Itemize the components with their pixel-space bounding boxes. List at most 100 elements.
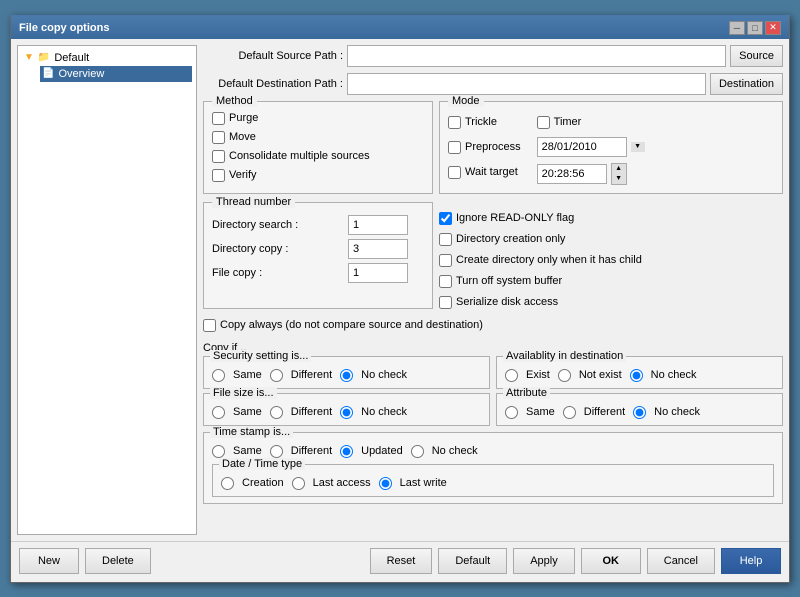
datetime-type-title: Date / Time type: [219, 458, 305, 470]
tree-item-default[interactable]: ▼ 📁 Default: [22, 50, 192, 66]
close-button[interactable]: ✕: [765, 21, 781, 35]
time-input[interactable]: [537, 164, 607, 184]
dir-copy-label: Directory copy :: [212, 243, 342, 255]
avail-nocheck-label: No check: [651, 369, 697, 381]
security-same-radio[interactable]: [212, 369, 225, 382]
dest-button[interactable]: Destination: [710, 73, 783, 95]
ts-updated-radio[interactable]: [340, 445, 353, 458]
attr-nocheck-label: No check: [654, 406, 700, 418]
turn-off-buffer-checkbox[interactable]: [439, 275, 452, 288]
wait-target-checkbox[interactable]: [448, 166, 461, 179]
copy-conditions-row2: File size is... Same Different No check …: [203, 393, 783, 426]
ts-nocheck-radio[interactable]: [411, 445, 424, 458]
attr-same-radio[interactable]: [505, 406, 518, 419]
date-input[interactable]: [537, 137, 627, 157]
filesize-options: Same Different No check: [212, 406, 481, 419]
ts-same-radio[interactable]: [212, 445, 225, 458]
avail-notexist-radio[interactable]: [558, 369, 571, 382]
title-buttons: ─ □ ✕: [729, 21, 781, 35]
dest-path-label: Default Destination Path :: [203, 78, 343, 90]
dest-path-input[interactable]: [347, 73, 706, 95]
trickle-checkbox[interactable]: [448, 116, 461, 129]
filesize-same-radio[interactable]: [212, 406, 225, 419]
availability-group: Availablity in destination Exist Not exi…: [496, 356, 783, 389]
timer-checkbox[interactable]: [537, 116, 550, 129]
tree-item-overview[interactable]: 📄 Overview: [40, 66, 192, 82]
ts-different-label: Different: [291, 445, 332, 457]
avail-notexist-label: Not exist: [579, 369, 622, 381]
consolidate-checkbox[interactable]: [212, 150, 225, 163]
ts-nocheck-label: No check: [432, 445, 478, 457]
move-checkbox[interactable]: [212, 131, 225, 144]
attribute-group: Attribute Same Different No check: [496, 393, 783, 426]
ts-different-radio[interactable]: [270, 445, 283, 458]
attr-nocheck-radio[interactable]: [633, 406, 646, 419]
security-nocheck-radio[interactable]: [340, 369, 353, 382]
source-path-input[interactable]: [347, 45, 726, 67]
purge-row: Purge: [212, 112, 424, 125]
verify-checkbox[interactable]: [212, 169, 225, 182]
dest-path-row: Default Destination Path : Destination: [203, 73, 783, 95]
purge-checkbox[interactable]: [212, 112, 225, 125]
serialize-checkbox[interactable]: [439, 296, 452, 309]
apply-button[interactable]: Apply: [513, 548, 575, 574]
attr-different-label: Different: [584, 406, 625, 418]
dt-lastwrite-label: Last write: [400, 477, 447, 489]
ignore-readonly-checkbox[interactable]: [439, 212, 452, 225]
dir-copy-row: Directory copy :: [212, 239, 424, 259]
title-text: File copy options: [19, 22, 109, 34]
dt-creation-radio[interactable]: [221, 477, 234, 490]
dir-search-input[interactable]: [348, 215, 408, 235]
security-title: Security setting is...: [210, 350, 311, 362]
timer-label: Timer: [554, 116, 582, 128]
maximize-button[interactable]: □: [747, 21, 763, 35]
dt-lastwrite-radio[interactable]: [379, 477, 392, 490]
dt-lastaccess-radio[interactable]: [292, 477, 305, 490]
copy-conditions-row1: Security setting is... Same Different No…: [203, 356, 783, 389]
avail-exist-radio[interactable]: [505, 369, 518, 382]
date-dropdown-btn[interactable]: ▼: [631, 142, 645, 152]
create-dir-checkbox[interactable]: [439, 254, 452, 267]
file-copy-input[interactable]: [348, 263, 408, 283]
file-copy-row: File copy :: [212, 263, 424, 283]
preprocess-checkbox[interactable]: [448, 141, 461, 154]
source-button[interactable]: Source: [730, 45, 783, 67]
reset-button[interactable]: Reset: [370, 548, 433, 574]
consolidate-label: Consolidate multiple sources: [229, 150, 370, 162]
avail-nocheck-radio[interactable]: [630, 369, 643, 382]
attr-different-radio[interactable]: [563, 406, 576, 419]
copy-always-label: Copy always (do not compare source and d…: [220, 319, 483, 331]
security-different-radio[interactable]: [270, 369, 283, 382]
copy-always-checkbox[interactable]: [203, 319, 216, 332]
file-copy-label: File copy :: [212, 267, 342, 279]
time-down-btn[interactable]: ▼: [612, 174, 626, 184]
availability-title: Availablity in destination: [503, 350, 626, 362]
filesize-group: File size is... Same Different No check: [203, 393, 490, 426]
datetime-type-options: Creation Last access Last write: [221, 477, 765, 490]
thread-group: Thread number Directory search : Directo…: [203, 202, 433, 309]
dir-copy-input[interactable]: [348, 239, 408, 259]
move-row: Move: [212, 131, 424, 144]
default-button[interactable]: Default: [438, 548, 507, 574]
time-up-btn[interactable]: ▲: [612, 164, 626, 174]
delete-button[interactable]: Delete: [85, 548, 151, 574]
help-button[interactable]: Help: [721, 548, 781, 574]
new-button[interactable]: New: [19, 548, 79, 574]
security-nocheck-label: No check: [361, 369, 407, 381]
thread-flags-row: Thread number Directory search : Directo…: [203, 202, 783, 309]
tree-child-overview: 📄 Overview: [40, 66, 192, 82]
timestamp-options: Same Different Updated No check: [212, 445, 774, 458]
filesize-different-radio[interactable]: [270, 406, 283, 419]
filesize-title: File size is...: [210, 387, 277, 399]
ok-button[interactable]: OK: [581, 548, 641, 574]
folder-expand-icon: ▼: [24, 52, 34, 63]
cancel-button[interactable]: Cancel: [647, 548, 715, 574]
dialog-body: ▼ 📁 Default 📄 Overview Default Source Pa…: [11, 39, 789, 541]
thread-title: Thread number: [212, 196, 295, 208]
filesize-nocheck-radio[interactable]: [340, 406, 353, 419]
right-button-group: Reset Default Apply OK Cancel Help: [370, 548, 781, 574]
dir-creation-checkbox[interactable]: [439, 233, 452, 246]
minimize-button[interactable]: ─: [729, 21, 745, 35]
security-options: Same Different No check: [212, 369, 481, 382]
create-dir-label: Create directory only when it has child: [456, 254, 642, 266]
